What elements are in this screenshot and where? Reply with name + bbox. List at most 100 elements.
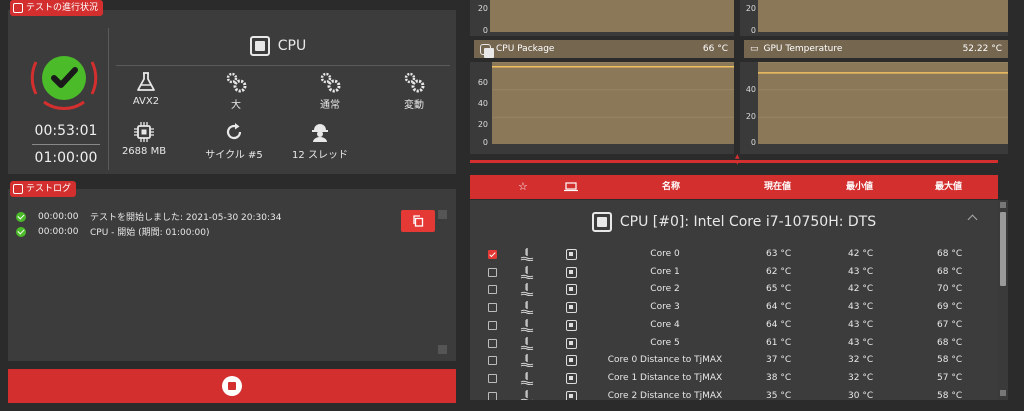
- sensor-group-title[interactable]: CPU [#0]: Intel Core i7-10750H: DTS: [470, 210, 998, 234]
- col-name[interactable]: 名称: [662, 175, 680, 199]
- thermometer-icon: [520, 336, 534, 350]
- row-checkbox[interactable]: [488, 338, 497, 348]
- sensor-table-body: CPU [#0]: Intel Core i7-10750H: DTS Core…: [470, 200, 998, 400]
- sensor-row[interactable]: Core 1 Distance to TjMAX 38 °C 32 °C 57 °C: [470, 370, 998, 387]
- flask-icon: [137, 72, 155, 91]
- stat-mode: 通常: [290, 70, 370, 111]
- chip-icon: [134, 122, 154, 142]
- y-tick: 40: [477, 99, 488, 108]
- row-checkbox[interactable]: [488, 356, 497, 366]
- sensor-row[interactable]: Core 3 64 °C 43 °C 69 °C: [470, 299, 998, 316]
- sensor-min: 43 °C: [848, 266, 874, 277]
- row-checkbox[interactable]: [488, 285, 497, 295]
- sensor-row[interactable]: Core 2 65 °C 42 °C 70 °C: [470, 281, 998, 298]
- gpu-temperature-header: ▭ GPU Temperature 52.22 °C: [744, 40, 1008, 58]
- row-checkbox[interactable]: [488, 320, 497, 330]
- copy-log-button[interactable]: [401, 210, 435, 232]
- log-entry: 00:00:00 テストを開始しました: 2021-05-30 20:30:34: [16, 210, 281, 223]
- thermometer-icon: [520, 371, 534, 385]
- thermometer-icon: [520, 389, 534, 400]
- col-max[interactable]: 最大値: [935, 175, 962, 199]
- gears-icon: [404, 72, 425, 93]
- sensor-min: 32 °C: [848, 355, 874, 366]
- sensor-table-header: ☆ 名称 現在値 最小値 最大値: [470, 175, 998, 199]
- row-checkbox[interactable]: [488, 303, 497, 313]
- log-time: 00:00:00: [38, 226, 79, 237]
- chart-value: 52.22 °C: [962, 44, 1002, 54]
- gpu-temperature-plot: [758, 62, 1008, 144]
- chart-title: CPU Package: [496, 44, 555, 54]
- table-scrollbar[interactable]: [998, 200, 1008, 400]
- stat-label: サイクル #5: [205, 150, 263, 161]
- sensor-max: 70 °C: [937, 284, 963, 295]
- sensor-row[interactable]: Core 0 Distance to TjMAX 37 °C 32 °C 58 °C: [470, 352, 998, 369]
- stat-label: 2688 MB: [121, 146, 167, 157]
- clock-icon: [13, 3, 23, 13]
- app-root: テストの進行状況 00:53:01 01:00:00 CPU AVX2 大 通常…: [0, 0, 1024, 411]
- chip-icon: [566, 337, 577, 349]
- chip-icon: [480, 43, 494, 58]
- chip-icon: [566, 284, 577, 296]
- sensor-max: 67 °C: [937, 319, 963, 330]
- y-tick: 20: [745, 112, 756, 121]
- col-current[interactable]: 現在値: [764, 175, 791, 199]
- panel-splitter[interactable]: [470, 160, 998, 163]
- stop-button[interactable]: [222, 376, 242, 396]
- sensor-row[interactable]: Core 5 61 °C 43 °C 68 °C: [470, 335, 998, 352]
- row-checkbox[interactable]: [488, 391, 497, 400]
- log-time: 00:00:00: [38, 211, 79, 222]
- sensor-max: 58 °C: [937, 390, 963, 400]
- sensor-max: 68 °C: [937, 266, 963, 277]
- row-checkbox[interactable]: [488, 267, 497, 277]
- y-tick: 0: [750, 26, 756, 35]
- log-panel: 00:00:00 テストを開始しました: 2021-05-30 20:30:34…: [8, 189, 456, 361]
- y-tick: 40: [745, 85, 756, 94]
- sensor-name: Core 3: [650, 302, 680, 313]
- sensor-max: 58 °C: [937, 355, 963, 366]
- sensor-row[interactable]: Core 1 62 °C 43 °C 68 °C: [470, 264, 998, 281]
- time-area: 00:53:01 01:00:00: [26, 120, 106, 169]
- chip-icon: [566, 390, 577, 400]
- sensor-max: 57 °C: [937, 372, 963, 383]
- stat-load: 変動: [374, 70, 454, 111]
- cpu-icon: [249, 36, 270, 56]
- scrollbar-thumb[interactable]: [1000, 212, 1006, 286]
- stat-label: 変動: [404, 100, 424, 111]
- sensor-row[interactable]: Core 2 Distance to TjMAX 35 °C 30 °C 58 °C: [470, 388, 998, 400]
- sensor-name: Core 2 Distance to TjMAX: [607, 390, 723, 400]
- progress-tag-label: テストの進行状況: [26, 3, 99, 13]
- y-tick: 20: [745, 4, 756, 13]
- stop-icon: [228, 382, 236, 390]
- success-icon: [16, 211, 26, 222]
- chip-icon: [566, 319, 577, 331]
- sensor-current: 64 °C: [766, 319, 792, 330]
- sensor-name: Core 0 Distance to TjMAX: [607, 355, 723, 366]
- chart-title: GPU Temperature: [763, 44, 843, 54]
- sensor-name: Core 0: [650, 249, 680, 259]
- row-checkbox[interactable]: [488, 373, 497, 383]
- sensor-current: 38 °C: [766, 372, 792, 383]
- row-checkbox[interactable]: [488, 250, 497, 259]
- col-min[interactable]: 最小値: [846, 175, 873, 199]
- favorite-star-icon[interactable]: ☆: [518, 175, 528, 199]
- status-check-icon: [30, 56, 98, 110]
- sensor-current: 61 °C: [766, 337, 792, 348]
- stat-label: 12 スレッド: [292, 150, 348, 161]
- thermometer-icon: [520, 318, 534, 332]
- thermometer-icon: [520, 301, 534, 315]
- sensor-row[interactable]: Core 4 64 °C 43 °C 67 °C: [470, 317, 998, 334]
- status-panel: 00:53:01 01:00:00 CPU AVX2 大 通常 変動 2688 …: [8, 10, 456, 174]
- stat-memory: 2688 MB: [104, 120, 184, 157]
- gears-icon: [226, 72, 247, 93]
- sensor-name: Core 2: [650, 284, 680, 295]
- sensor-row[interactable]: Core 0 63 °C 42 °C 68 °C: [470, 246, 998, 263]
- worker-icon: [312, 124, 328, 142]
- refresh-icon: [226, 123, 242, 140]
- laptop-icon[interactable]: [564, 175, 578, 199]
- sensor-min: 42 °C: [848, 284, 874, 295]
- sensor-name: Core 4: [650, 319, 680, 330]
- stat-label: 大: [231, 100, 241, 111]
- sensor-max: 68 °C: [937, 337, 963, 348]
- sensor-current: 64 °C: [766, 302, 792, 313]
- stat-data-size: 大: [196, 70, 276, 111]
